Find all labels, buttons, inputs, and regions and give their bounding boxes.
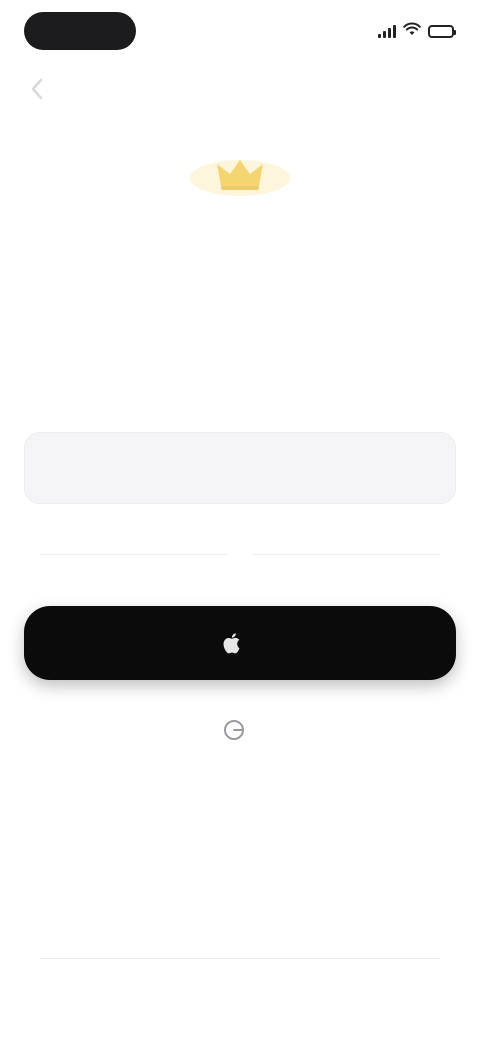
divider-line-right [252, 553, 440, 555]
back-button[interactable] [20, 72, 54, 106]
cellular-icon [378, 24, 396, 38]
google-icon [224, 720, 244, 740]
divider-line-left [40, 553, 228, 555]
status-time [24, 12, 136, 50]
divider [40, 544, 440, 564]
chevron-left-icon [31, 78, 43, 100]
status-icons [378, 20, 456, 42]
email-input[interactable] [24, 432, 456, 504]
apple-icon [223, 633, 240, 654]
apple-sign-in-button[interactable] [24, 606, 456, 680]
battery-icon [428, 24, 456, 38]
google-sign-in-button[interactable] [120, 708, 360, 752]
footer-divider [40, 958, 440, 959]
wifi-icon [403, 22, 421, 41]
status-bar [0, 0, 480, 64]
app-logo [176, 142, 304, 206]
crown-icon [190, 160, 290, 196]
